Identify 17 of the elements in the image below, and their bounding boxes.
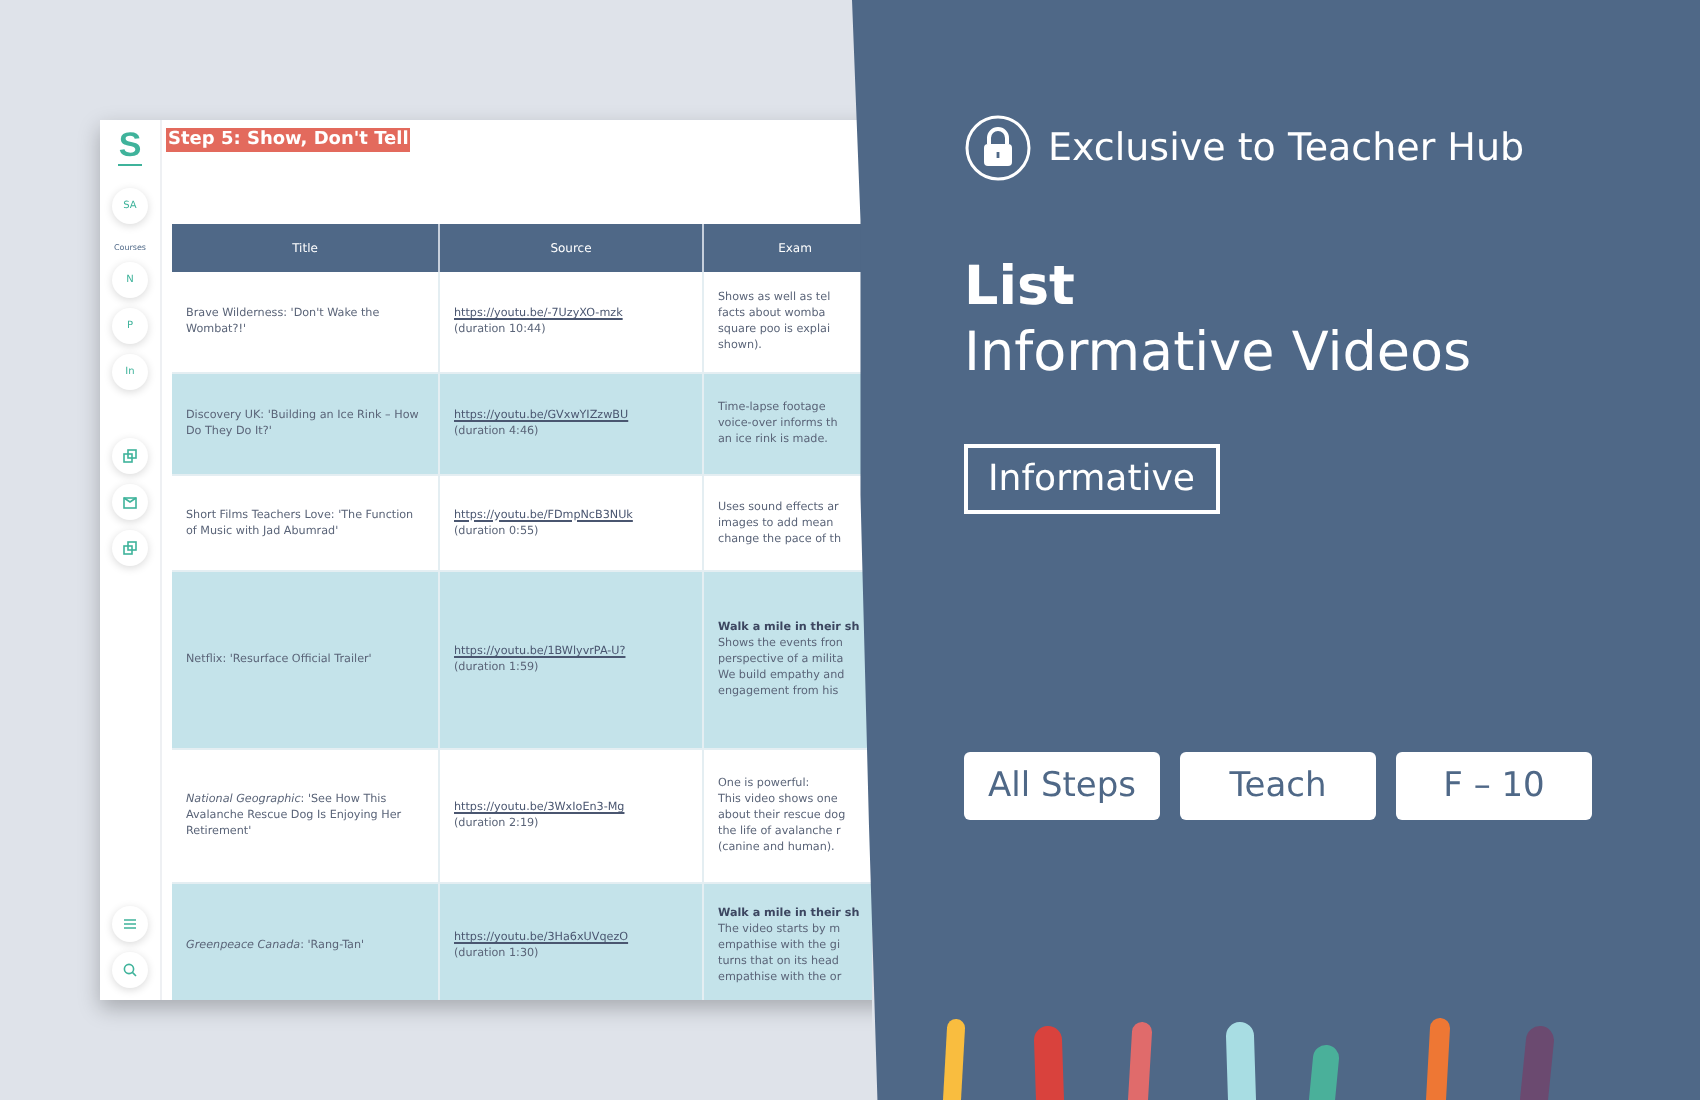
copy-icon bbox=[122, 448, 138, 464]
copy-button[interactable] bbox=[112, 438, 148, 474]
lock-icon bbox=[964, 114, 1032, 182]
exclusive-label: Exclusive to Teacher Hub bbox=[1048, 126, 1525, 170]
mail-button[interactable] bbox=[112, 484, 148, 520]
filter-tag[interactable]: All Steps bbox=[964, 752, 1160, 820]
search-icon bbox=[122, 962, 138, 978]
page-subtitle: Informative Videos bbox=[964, 320, 1474, 386]
menu-icon bbox=[122, 916, 138, 932]
page-title: List bbox=[964, 254, 1077, 320]
search-button[interactable] bbox=[112, 952, 148, 988]
menu-button[interactable] bbox=[112, 906, 148, 942]
step-heading: Step 5: Show, Don't Tell bbox=[166, 128, 411, 152]
filter-tag[interactable]: F – 10 bbox=[1396, 752, 1592, 820]
filter-tag[interactable]: Teach bbox=[1180, 752, 1376, 820]
category-tag[interactable]: Informative bbox=[964, 444, 1219, 514]
mail-icon bbox=[122, 494, 138, 510]
